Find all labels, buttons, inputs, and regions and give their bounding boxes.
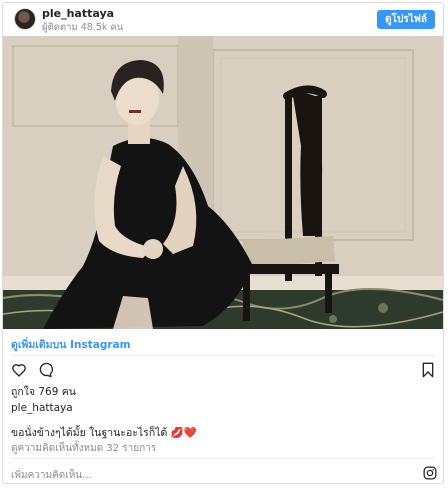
post-header: ple_hattaya ผู้ติดตาม 48.5k คน ดูโปรไฟล์ xyxy=(3,3,443,36)
divider xyxy=(11,458,435,459)
follower-count: ผู้ติดตาม 48.5k คน xyxy=(42,22,124,33)
bookmark-icon[interactable] xyxy=(421,362,435,382)
like-count[interactable]: ถูกใจ 769 คน xyxy=(11,383,76,400)
divider xyxy=(11,355,435,356)
view-more-on-instagram-link[interactable]: ดูเพิ่มเติมบน Instagram xyxy=(11,336,131,353)
post-photo[interactable] xyxy=(3,36,443,329)
caption-emoji: 💋❤️ xyxy=(170,427,197,439)
caption-text: ขอนั่งข้างๆได้มั้ย ในฐานะอะไรก็ได้ xyxy=(11,427,168,439)
embedded-post-card: ple_hattaya ผู้ติดตาม 48.5k คน ดูโปรไฟล์ xyxy=(2,2,444,484)
caption: ขอนั่งข้างๆได้มั้ย ในฐานะอะไรก็ได้ 💋❤️ xyxy=(11,424,197,441)
heart-icon[interactable] xyxy=(11,362,27,382)
comment-icon[interactable] xyxy=(37,362,53,382)
add-comment-link[interactable]: เพิ่มความคิดเห็น... xyxy=(11,468,92,483)
instagram-logo-icon[interactable] xyxy=(423,465,437,483)
view-profile-button[interactable]: ดูโปรไฟล์ xyxy=(377,10,435,29)
post-owner-username[interactable]: ple_hattaya xyxy=(11,402,73,414)
header-username[interactable]: ple_hattaya xyxy=(42,7,114,20)
view-all-comments-link[interactable]: ดูความคิดเห็นทั้งหมด 32 รายการ xyxy=(11,441,156,456)
avatar[interactable] xyxy=(14,8,36,30)
photo-illustration xyxy=(3,36,443,329)
